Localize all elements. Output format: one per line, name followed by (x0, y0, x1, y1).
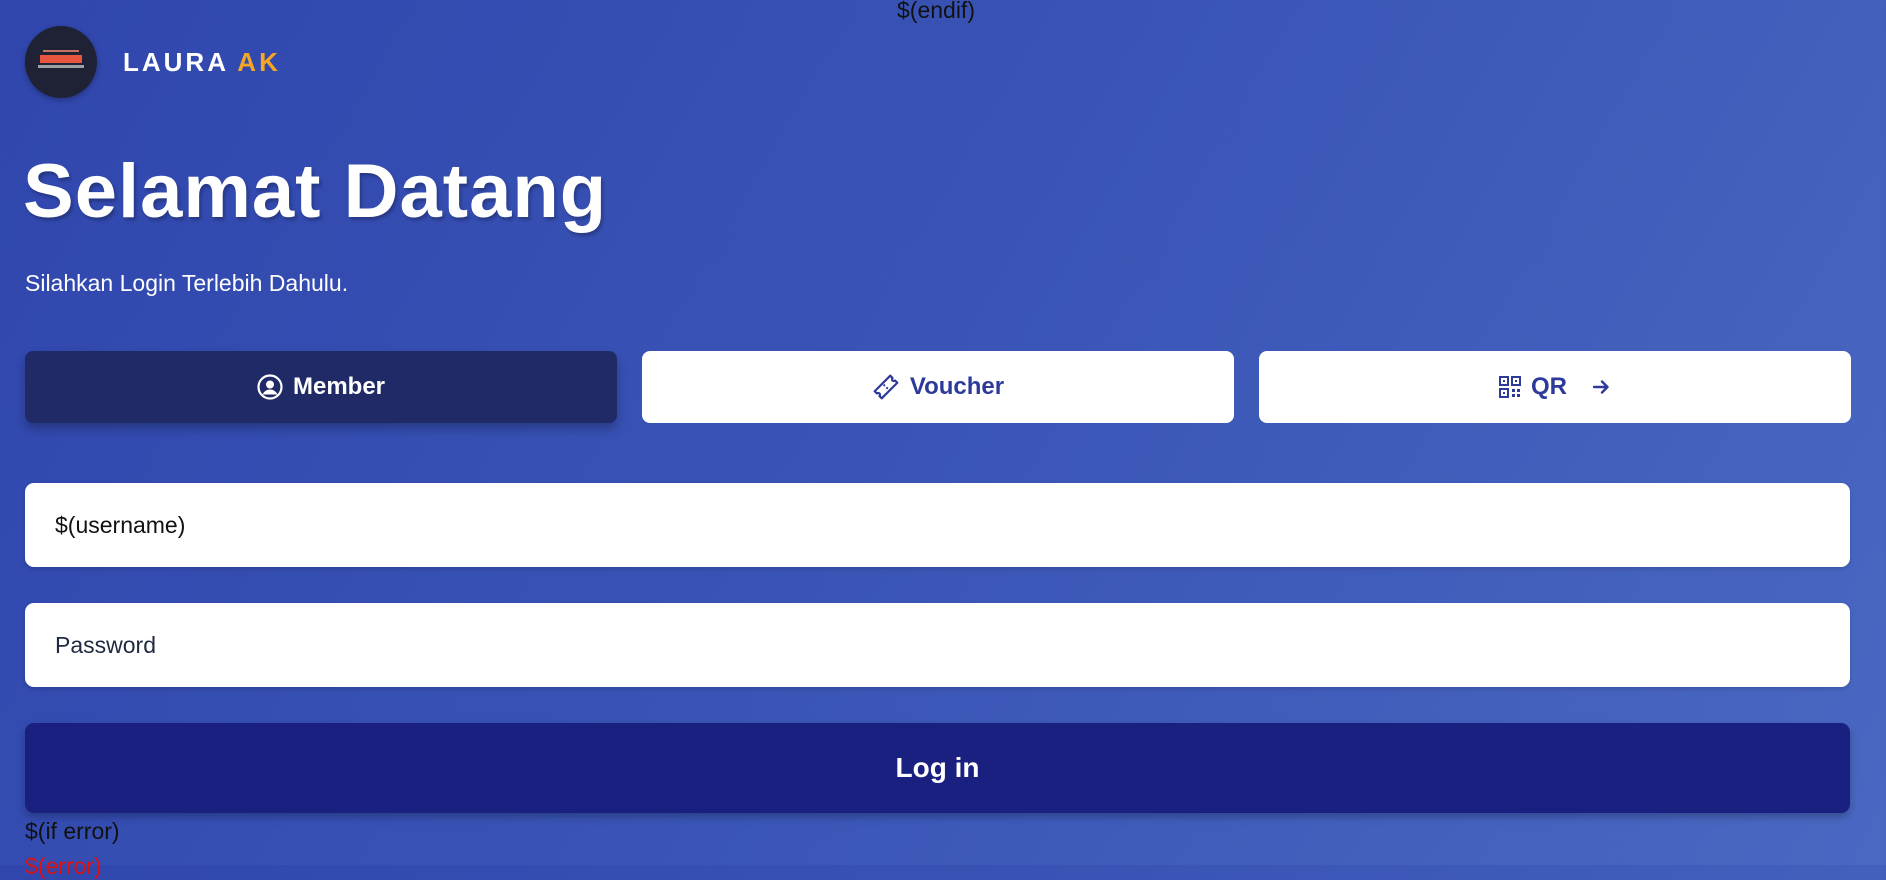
ticket-icon (872, 373, 900, 401)
brand-logo (25, 26, 97, 98)
tab-qr-label: QR (1531, 373, 1567, 400)
page-title: Selamat Datang (23, 149, 608, 234)
endif-template-tag: $(endif) (897, 0, 975, 23)
brand-header: LAURA AK (25, 26, 281, 98)
arrow-right-icon (1591, 377, 1611, 397)
page-subtitle: Silahkan Login Terlebih Dahulu. (25, 270, 349, 296)
user-circle-icon (257, 374, 283, 400)
error-message: $(error) (25, 853, 102, 879)
tab-voucher-label: Voucher (909, 373, 1005, 400)
username-input[interactable] (25, 483, 1850, 567)
qr-code-icon (1499, 376, 1521, 398)
login-method-tabs: Member Voucher QR (25, 351, 1851, 423)
tab-member-label: Member (292, 373, 386, 400)
login-button[interactable]: Log in (25, 723, 1850, 813)
brand-name-primary: LAURA (123, 46, 229, 77)
brand-name: LAURA AK (123, 47, 281, 78)
tab-member[interactable]: Member (25, 351, 617, 423)
if-error-template-tag: $(if error) (25, 818, 120, 844)
tab-voucher[interactable]: Voucher (642, 351, 1234, 423)
password-input[interactable] (25, 603, 1850, 687)
brand-name-accent: AK (237, 46, 281, 77)
tab-qr[interactable]: QR (1259, 351, 1851, 423)
